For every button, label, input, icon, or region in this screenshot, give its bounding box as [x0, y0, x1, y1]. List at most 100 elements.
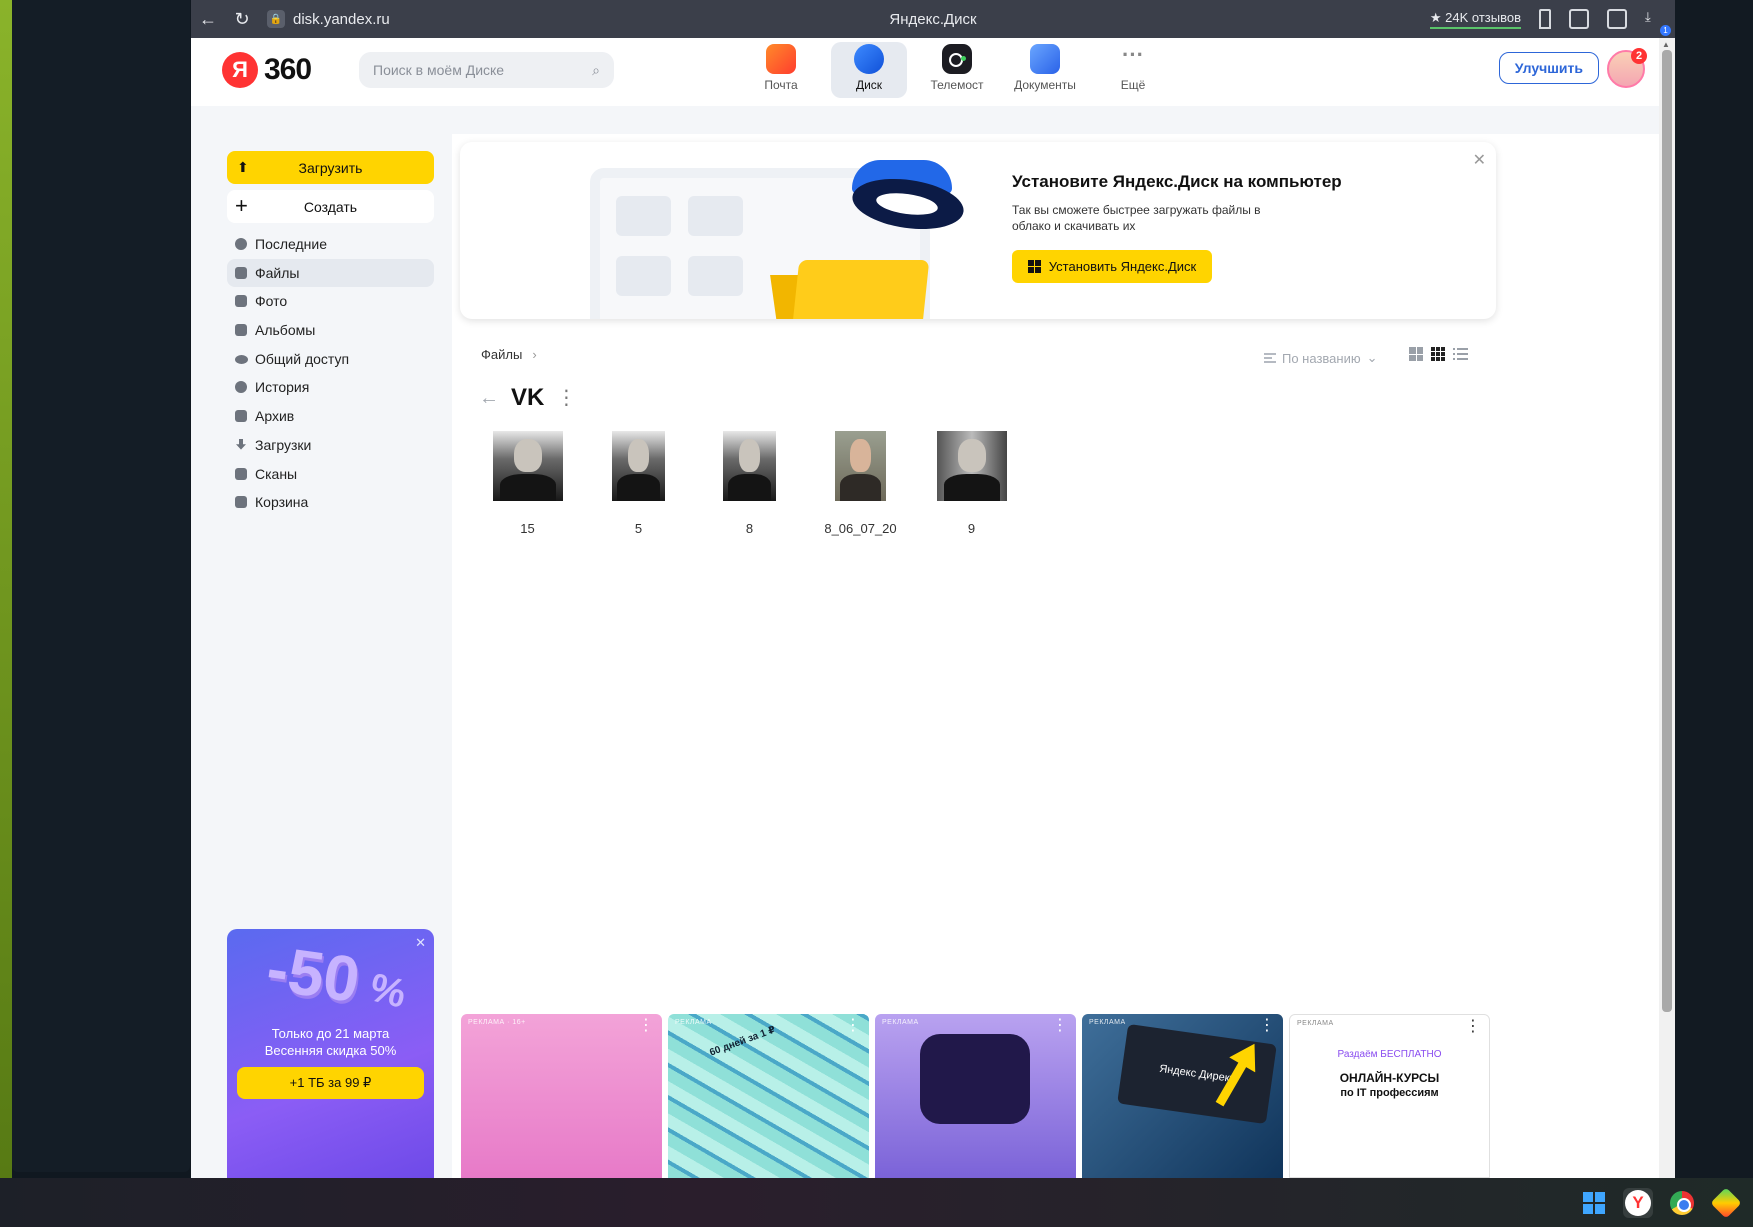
reload-button[interactable]: ↻ — [225, 0, 259, 38]
logo-circle: Я — [222, 52, 258, 88]
browser-toolbar-right: ★ 24K отзывов ⤓ 1 — [1429, 9, 1671, 36]
clock-icon — [235, 238, 247, 250]
file-item[interactable]: 5 — [583, 427, 694, 536]
upload-button[interactable]: ⬆ Загрузить — [227, 151, 434, 184]
photo-thumbnail — [492, 431, 563, 501]
service-more[interactable]: ··· Ещё — [1095, 42, 1171, 98]
ad-card[interactable]: Яндекс Директ РЕКЛАМА ⋮ — [1082, 1014, 1283, 1178]
file-thumbnail-box — [472, 427, 583, 505]
sidebar-item-shared[interactable]: Общий доступ — [227, 345, 434, 373]
taskbar-chrome[interactable] — [1667, 1188, 1697, 1218]
file-item[interactable]: 8 — [694, 427, 805, 536]
create-label: Создать — [303, 198, 358, 215]
qr-code-icon[interactable] — [1569, 9, 1589, 29]
ad-card[interactable]: РЕКЛАМА ⋮ — [875, 1014, 1076, 1178]
banner-illustration — [590, 160, 967, 319]
browser-titlebar: ← ↻ 🔒 disk.yandex.ru Яндекс.Диск ★ 24K о… — [191, 0, 1675, 38]
tab-title: Яндекс.Диск — [889, 10, 977, 28]
ads-row: РЕКЛАМА · 16+ ⋮ РЕКЛАМА 60 дней за 1 ₽ ⋮… — [461, 1014, 1490, 1178]
sidebar-item-label: Загрузки — [255, 436, 312, 453]
banner-title: Установите Яндекс.Диск на компьютер — [1012, 172, 1342, 191]
chevron-down-icon: ⌄ — [1366, 350, 1378, 365]
sidebar-item-label: Сканы — [255, 465, 298, 482]
services-nav: Почта Диск Телемост Документы ··· Ещё — [743, 42, 1171, 98]
sidebar-item-trash[interactable]: Корзина — [227, 488, 434, 516]
promo-card[interactable]: -50 % ✕ Только до 21 марта Весенняя скид… — [227, 929, 434, 1178]
start-button[interactable] — [1579, 1188, 1609, 1218]
search-icon[interactable]: ⌕ — [592, 62, 600, 79]
install-disk-button[interactable]: Установить Яндекс.Диск — [1012, 250, 1212, 283]
address-bar[interactable]: 🔒 disk.yandex.ru — [267, 10, 390, 28]
sidebar-nav: Последние Файлы Фото Альбомы Общий досту… — [227, 230, 434, 517]
file-item[interactable]: 15 — [472, 427, 583, 536]
large-grid-view-icon[interactable] — [1409, 347, 1423, 361]
kebab-menu-icon[interactable]: ⋮ — [845, 1018, 861, 1034]
close-icon[interactable]: ✕ — [1473, 150, 1486, 170]
sidebar-item-label: Последние — [255, 236, 328, 252]
close-icon[interactable]: ✕ — [415, 935, 426, 951]
file-icon — [235, 266, 247, 279]
search-box[interactable]: ⌕ — [359, 52, 614, 88]
sidebar-item-label: Общий доступ — [255, 350, 350, 367]
sidebar-item-photo[interactable]: Фото — [227, 287, 434, 315]
scroll-up-icon[interactable]: ▲ — [1662, 40, 1670, 49]
sidebar-item-scans[interactable]: Сканы — [227, 460, 434, 488]
sidebar-item-recent[interactable]: Последние — [227, 230, 434, 258]
kebab-menu-icon[interactable]: ⋮ — [1259, 1018, 1275, 1034]
plus-icon: + — [235, 193, 248, 218]
sidebar-item-label: Фото — [255, 293, 288, 310]
file-item[interactable]: 9 — [916, 427, 1027, 536]
taskbar-app[interactable] — [1710, 1186, 1742, 1219]
chrome-icon — [1670, 1190, 1694, 1215]
bookmark-icon[interactable] — [1539, 9, 1551, 29]
kebab-menu-icon[interactable]: ⋮ — [556, 388, 576, 408]
kebab-menu-icon[interactable]: ⋮ — [1465, 1019, 1481, 1035]
windows-taskbar: Y — [0, 1178, 1753, 1227]
file-item[interactable]: 8_06_07_20 — [805, 427, 916, 536]
service-disk[interactable]: Диск — [831, 42, 907, 98]
ad-text: по IT профессиям — [1340, 1087, 1439, 1099]
install-disk-label: Установить Яндекс.Диск — [1048, 259, 1197, 274]
back-button[interactable]: ← — [191, 0, 225, 38]
kebab-menu-icon[interactable]: ⋮ — [638, 1018, 654, 1034]
search-input[interactable] — [373, 62, 573, 78]
page-scrollbar[interactable]: ▲ — [1659, 38, 1675, 1178]
avatar[interactable]: 2 — [1607, 48, 1647, 88]
desktop-side-panel — [12, 0, 190, 1172]
scrollbar-thumb[interactable] — [1662, 50, 1672, 1012]
breadcrumb-files[interactable]: Файлы — [481, 347, 522, 362]
sidebar-item-albums[interactable]: Альбомы — [227, 316, 434, 344]
service-mail[interactable]: Почта — [743, 42, 819, 98]
ad-card[interactable]: РЕКЛАМА · 16+ ⋮ — [461, 1014, 662, 1178]
small-grid-view-icon[interactable] — [1431, 347, 1445, 361]
service-docs[interactable]: Документы — [1007, 42, 1083, 98]
list-view-icon[interactable] — [1453, 347, 1468, 361]
download-icon[interactable]: ⤓ 1 — [1645, 9, 1671, 36]
windows-icon — [1027, 260, 1041, 273]
notification-badge: 2 — [1631, 48, 1647, 64]
kebab-menu-icon[interactable]: ⋮ — [1052, 1018, 1068, 1034]
back-arrow-icon[interactable]: ← — [479, 387, 499, 410]
taskbar-yandex-browser[interactable]: Y — [1623, 1187, 1653, 1218]
create-button[interactable]: + Создать — [227, 190, 434, 223]
ad-card[interactable]: РЕКЛАМА 60 дней за 1 ₽ ⋮ — [668, 1014, 869, 1178]
upgrade-button[interactable]: Улучшить — [1498, 52, 1599, 84]
promo-button[interactable]: +1 ТБ за 99 ₽ — [237, 1067, 424, 1099]
ad-text: Яндекс Директ — [1158, 1062, 1236, 1086]
sort-control[interactable]: По названию ⌄ — [1264, 350, 1378, 366]
file-name: 15 — [520, 521, 535, 536]
sidebar-item-downloads[interactable]: Загрузки — [227, 431, 434, 459]
promo-text-line2: Весенняя скидка 50% — [264, 1043, 397, 1058]
ad-card[interactable]: РЕКЛАМА ⋮ Раздаём БЕСПЛАТНО ОНЛАЙН-КУРСЫ… — [1289, 1014, 1490, 1178]
reviews-count: 24K отзывов — [1445, 9, 1521, 25]
ad-label: РЕКЛАМА · 16+ — [468, 1019, 526, 1026]
sidebar-item-archive[interactable]: Архив — [227, 402, 434, 430]
sidebar-item-files[interactable]: Файлы — [227, 258, 434, 287]
sidebar-item-history[interactable]: История — [227, 373, 434, 401]
yandex-360-logo[interactable]: Я 360 — [222, 52, 312, 88]
reviews-link[interactable]: ★ 24K отзывов — [1429, 9, 1521, 29]
illustration-yellow-folder — [790, 260, 930, 319]
yandex-disk-page: Я 360 ⌕ Почта Диск Телемост — [191, 38, 1659, 1178]
reader-icon[interactable] — [1607, 9, 1627, 29]
service-telemost[interactable]: Телемост — [919, 42, 995, 98]
